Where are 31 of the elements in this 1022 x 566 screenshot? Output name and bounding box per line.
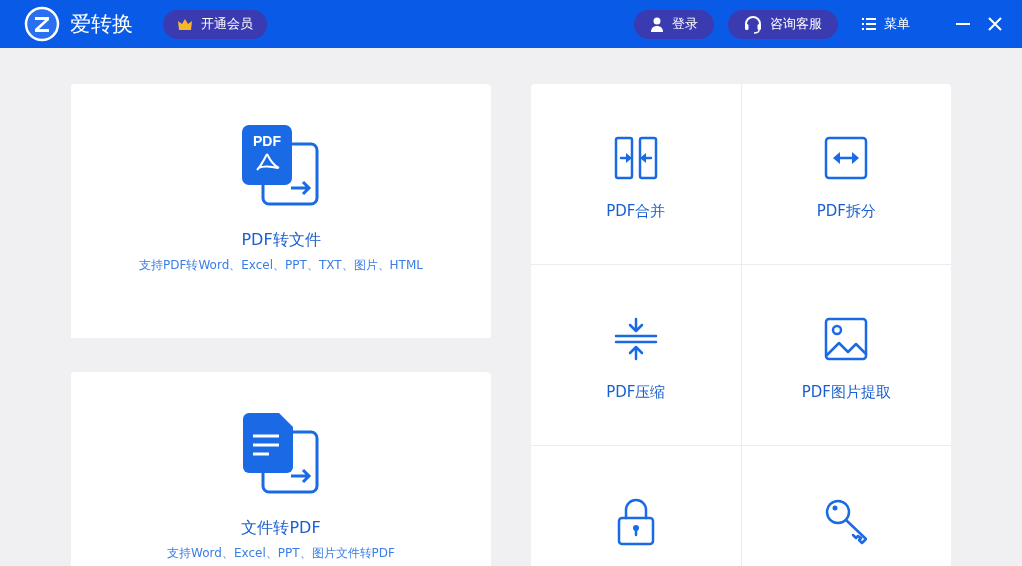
tool-label: PDF图片提取 — [801, 383, 891, 402]
tool-tile[interactable]: PDF压缩 — [531, 265, 741, 445]
app-name: 爱转换 — [70, 11, 133, 38]
tool-label: PDF压缩 — [606, 383, 666, 402]
crown-icon — [177, 17, 193, 31]
user-icon — [650, 16, 664, 32]
pdf-label: PDF — [253, 133, 281, 149]
tool-tile[interactable]: PDF图片提取 — [741, 265, 951, 445]
support-button[interactable]: 咨询客服 — [728, 9, 838, 39]
tool-tile[interactable] — [531, 446, 741, 566]
feature-card[interactable]: PDF PDF转文件 支持PDF转Word、Excel、PPT、TXT、图片、HTML — [71, 84, 491, 338]
document-convert-icon — [241, 412, 321, 496]
tool-label: PDF合并 — [606, 202, 666, 221]
card-title: 文件转PDF — [241, 518, 321, 538]
menu-icon — [862, 18, 876, 30]
menu-button[interactable]: 菜单 — [852, 15, 920, 33]
tool-tile[interactable] — [741, 446, 951, 566]
close-icon[interactable] — [988, 17, 1002, 31]
card-title: PDF转文件 — [241, 230, 321, 250]
feature-card[interactable]: 文件转PDF 支持Word、Excel、PPT、图片文件转PDF — [71, 372, 491, 566]
tool-tile[interactable]: PDF拆分 — [741, 84, 951, 264]
card-subtitle: 支持PDF转Word、Excel、PPT、TXT、图片、HTML — [139, 257, 423, 273]
logo-icon — [24, 6, 60, 42]
vip-button[interactable]: 开通会员 — [163, 9, 267, 39]
key-icon — [824, 498, 869, 546]
card-subtitle: 支持Word、Excel、PPT、图片文件转PDF — [167, 545, 395, 561]
pdf-file-icon — [242, 125, 292, 185]
login-button[interactable]: 登录 — [634, 9, 714, 39]
tool-label: PDF拆分 — [816, 202, 876, 221]
tool-tile[interactable]: PDF合并 — [531, 84, 741, 264]
headset-icon — [744, 14, 762, 34]
